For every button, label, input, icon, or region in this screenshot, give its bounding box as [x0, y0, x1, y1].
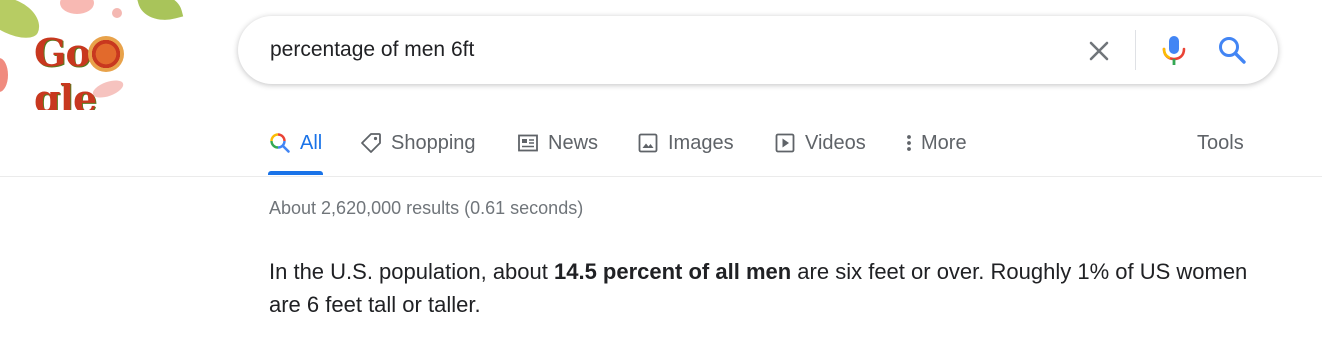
snippet-highlight: 14.5 percent of all men: [553, 259, 792, 284]
doodle-fruit: [0, 58, 8, 92]
doodle-fruit: [60, 0, 94, 14]
newspaper-icon: [517, 132, 539, 154]
microphone-icon[interactable]: [1160, 34, 1188, 66]
search-box: [238, 16, 1278, 84]
tab-label: Shopping: [391, 131, 476, 154]
tab-label: More: [921, 131, 967, 154]
tab-shopping[interactable]: Shopping: [360, 129, 476, 157]
tab-news[interactable]: News: [517, 129, 598, 157]
google-logo[interactable]: Gogle: [34, 30, 176, 110]
tab-label: News: [548, 131, 599, 154]
featured-snippet: In the U.S. population, about 14.5 perce…: [269, 255, 1249, 321]
close-icon[interactable]: [1084, 36, 1114, 66]
search-tabs: All Shopping News Images Videos More Too…: [0, 112, 1322, 176]
vertical-dots-icon: [904, 132, 914, 154]
pizza-icon: [87, 35, 124, 72]
image-icon: [637, 132, 659, 154]
search-input[interactable]: [270, 36, 1070, 64]
result-stats: About 2,620,000 results (0.61 seconds): [269, 198, 584, 218]
tab-label: All: [300, 131, 323, 154]
search-multicolor-icon: [269, 132, 291, 154]
tab-more[interactable]: More: [904, 129, 967, 157]
snippet-text: In the U.S. population, about: [269, 259, 554, 284]
search-divider: [1135, 30, 1136, 70]
tag-icon: [360, 132, 382, 154]
tab-label: Images: [668, 131, 734, 154]
tabs-divider: [0, 176, 1322, 177]
tools-button[interactable]: Tools: [1197, 129, 1244, 157]
doodle-fruit: [112, 8, 122, 18]
play-icon: [774, 132, 796, 154]
tab-all[interactable]: All: [269, 129, 322, 157]
tab-videos[interactable]: Videos: [774, 129, 866, 157]
doodle-leaf: [136, 0, 184, 27]
tab-images[interactable]: Images: [637, 129, 734, 157]
active-tab-indicator: [268, 171, 323, 175]
google-doodle[interactable]: Gogle: [0, 0, 200, 110]
tab-label: Videos: [805, 131, 866, 154]
search-icon[interactable]: [1216, 34, 1248, 66]
tools-label: Tools: [1197, 131, 1244, 154]
